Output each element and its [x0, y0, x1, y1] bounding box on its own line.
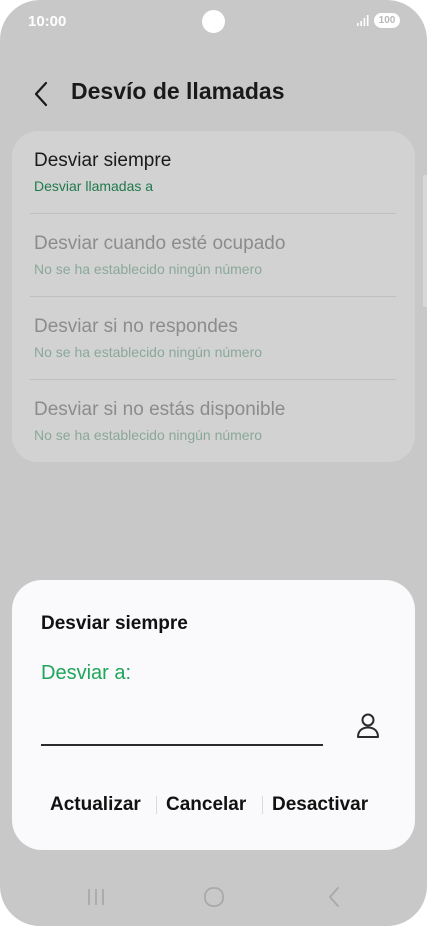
button-separator: [156, 796, 157, 814]
forward-options-list: Desviar siempre Desviar llamadas a Desvi…: [12, 131, 415, 462]
dialog-buttons: Actualizar Cancelar Desactivar: [12, 790, 415, 820]
disable-button[interactable]: Desactivar: [272, 790, 368, 820]
side-panel-handle[interactable]: [423, 175, 427, 307]
dialog-title: Desviar siempre: [41, 613, 188, 634]
camera-cutout: [202, 10, 225, 33]
list-item-subtitle: No se ha establecido ningún número: [34, 261, 263, 277]
button-separator: [262, 796, 263, 814]
navigation-bar: [0, 870, 427, 926]
chevron-left-icon[interactable]: [28, 78, 56, 110]
forward-dialog: Desviar siempre Desviar a: Actualizar Ca…: [12, 580, 415, 850]
list-item-no-answer[interactable]: Desviar si no respondes No se ha estable…: [34, 297, 396, 379]
list-item-subtitle: Desviar llamadas a: [34, 178, 154, 194]
recents-icon[interactable]: [83, 884, 109, 910]
list-item-title: Desviar cuando esté ocupado: [34, 233, 286, 254]
phone-screen: 10:00 100 Desvío de llamadas Desviar sie…: [0, 0, 427, 926]
status-time: 10:00: [28, 13, 67, 30]
battery-icon: 100: [374, 13, 400, 28]
cancel-button[interactable]: Cancelar: [166, 790, 246, 820]
list-item-title: Desviar siempre: [34, 150, 172, 171]
page-title: Desvío de llamadas: [71, 78, 285, 104]
list-item-unavailable[interactable]: Desviar si no estás disponible No se ha …: [34, 380, 396, 462]
list-item-title: Desviar si no respondes: [34, 316, 238, 337]
list-item-subtitle: No se ha establecido ningún número: [34, 427, 263, 443]
back-icon[interactable]: [321, 884, 347, 910]
person-icon[interactable]: [352, 710, 384, 742]
dialog-field-label: Desviar a:: [41, 662, 132, 684]
list-item-busy[interactable]: Desviar cuando esté ocupado No se ha est…: [34, 214, 396, 296]
list-item-always[interactable]: Desviar siempre Desviar llamadas a: [34, 131, 396, 213]
forward-number-input[interactable]: [41, 704, 323, 746]
list-item-title: Desviar si no estás disponible: [34, 399, 286, 420]
home-icon[interactable]: [201, 884, 227, 910]
list-item-subtitle: No se ha establecido ningún número: [34, 344, 263, 360]
signal-icon: [357, 15, 369, 26]
update-button[interactable]: Actualizar: [50, 790, 141, 820]
